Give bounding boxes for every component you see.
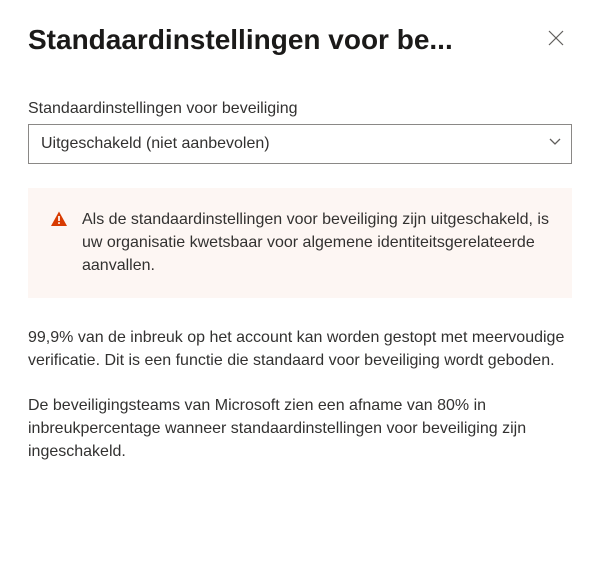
warning-text: Als de standaardinstellingen voor beveil… [82,208,550,278]
warning-icon [50,210,68,228]
panel-header: Standaardinstellingen voor be... [28,24,572,56]
info-paragraph-2: De beveiligingsteams van Microsoft zien … [28,394,572,464]
warning-message: Als de standaardinstellingen voor beveil… [28,188,572,298]
security-defaults-select-wrapper: Uitgeschakeld (niet aanbevolen) [28,124,572,164]
info-paragraph-1: 99,9% van de inbreuk op het account kan … [28,326,572,372]
close-button[interactable] [540,24,572,56]
select-value: Uitgeschakeld (niet aanbevolen) [41,135,270,153]
close-icon [548,30,564,51]
security-defaults-select[interactable]: Uitgeschakeld (niet aanbevolen) [28,124,572,164]
select-label: Standaardinstellingen voor beveiliging [28,100,572,118]
panel-title: Standaardinstellingen voor be... [28,24,540,56]
